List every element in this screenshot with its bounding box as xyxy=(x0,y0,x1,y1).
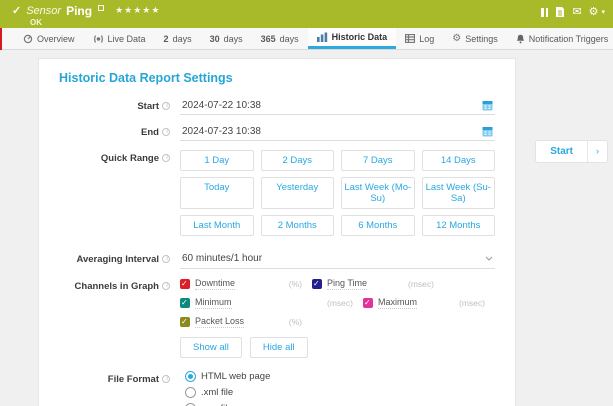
end-label: End xyxy=(59,124,159,138)
start-input[interactable]: 2024-07-22 10:38 xyxy=(180,98,495,115)
tab-notification-triggers[interactable]: Notification Triggers xyxy=(507,28,613,49)
start-report-button[interactable]: Start xyxy=(536,141,588,162)
sensor-header: ✓ Sensor Ping ★★★★★ OK ✉ ⚙ ▾ xyxy=(0,0,613,28)
file-format-label: File Format xyxy=(59,371,159,385)
main-content: Historic Data Report Settings Start 2024… xyxy=(0,50,613,406)
quick-range-last-month[interactable]: Last Month xyxy=(180,215,254,236)
tab-log[interactable]: Log xyxy=(396,28,443,49)
page-title: Ping xyxy=(66,4,92,18)
start-label: Start xyxy=(59,98,159,112)
channel-packet-loss[interactable]: Packet Loss (%) xyxy=(180,316,312,328)
info-icon[interactable] xyxy=(162,102,170,110)
checkbox-checked[interactable] xyxy=(180,298,190,308)
quick-range-7-days[interactable]: 7 Days xyxy=(341,150,415,171)
radio-unselected[interactable] xyxy=(185,387,196,398)
left-accent-bar xyxy=(0,28,2,50)
info-icon[interactable] xyxy=(162,128,170,136)
quick-range-last-week-mo-su[interactable]: Last Week (Mo-Su) xyxy=(341,177,415,209)
file-format-row: File Format HTML web page .xml file .csv… xyxy=(59,371,495,406)
bell-icon xyxy=(516,34,525,44)
channels-label: Channels in Graph xyxy=(59,278,159,292)
averaging-select[interactable]: 60 minutes/1 hour xyxy=(180,251,495,269)
channel-ping-time[interactable]: Ping Time (msec) xyxy=(312,278,444,290)
settings-card: Historic Data Report Settings Start 2024… xyxy=(38,58,516,406)
quick-range-6-months[interactable]: 6 Months xyxy=(341,215,415,236)
settings-gear-icon: ⚙ xyxy=(452,34,461,44)
quick-range-label: Quick Range xyxy=(59,150,159,164)
quick-range-14-days[interactable]: 14 Days xyxy=(422,150,496,171)
info-icon[interactable] xyxy=(162,375,170,383)
report-icon[interactable] xyxy=(555,6,565,18)
quick-range-12-months[interactable]: 12 Months xyxy=(422,215,496,236)
log-table-icon xyxy=(405,34,415,43)
section-title-historic: Historic Data Report Settings xyxy=(59,71,495,85)
checkbox-checked[interactable] xyxy=(312,279,322,289)
tab-2-days[interactable]: 2days xyxy=(155,28,201,49)
channel-downtime[interactable]: Downtime (%) xyxy=(180,278,312,290)
channels-row: Channels in Graph Downtime (%) Ping Time… xyxy=(59,278,495,358)
checkbox-checked[interactable] xyxy=(180,279,190,289)
end-input[interactable]: 2024-07-23 10:38 xyxy=(180,124,495,141)
tab-bar: Overview Live Data 2days 30days 365days … xyxy=(0,28,613,50)
tab-365-days[interactable]: 365days xyxy=(252,28,308,49)
calendar-icon[interactable] xyxy=(482,100,493,111)
tab-historic-data[interactable]: Historic Data xyxy=(308,28,397,49)
start-arrow-button[interactable]: › xyxy=(588,141,607,162)
chevron-down-icon xyxy=(485,256,493,261)
averaging-label: Averaging Interval xyxy=(59,251,159,265)
tab-settings[interactable]: ⚙ Settings xyxy=(443,28,507,49)
quick-range-yesterday[interactable]: Yesterday xyxy=(261,177,335,209)
file-format-html[interactable]: HTML web page xyxy=(180,371,495,382)
sensor-flag-icon xyxy=(98,5,104,11)
radio-selected[interactable] xyxy=(185,371,196,382)
gauge-icon xyxy=(23,34,33,44)
start-report-button-group: Start › xyxy=(535,140,608,163)
quick-range-1-day[interactable]: 1 Day xyxy=(180,150,254,171)
tab-live-data[interactable]: Live Data xyxy=(84,28,155,49)
averaging-row: Averaging Interval 60 minutes/1 hour xyxy=(59,251,495,269)
pause-icon[interactable] xyxy=(541,8,548,17)
status-badge: OK xyxy=(12,18,605,27)
info-icon[interactable] xyxy=(162,282,170,290)
priority-stars[interactable]: ★★★★★ xyxy=(115,5,160,16)
checkbox-checked[interactable] xyxy=(180,317,190,327)
hide-all-button[interactable]: Hide all xyxy=(250,337,308,358)
chevron-down-icon[interactable]: ▾ xyxy=(601,7,605,18)
quick-range-row: Quick Range 1 Day 2 Days 7 Days 14 Days … xyxy=(59,150,495,242)
quick-range-2-days[interactable]: 2 Days xyxy=(261,150,335,171)
tab-overview[interactable]: Overview xyxy=(14,28,84,49)
gear-icon[interactable]: ⚙ xyxy=(589,7,599,18)
checkbox-checked[interactable] xyxy=(363,298,373,308)
info-icon[interactable] xyxy=(162,255,170,263)
object-type-label: Sensor xyxy=(26,5,61,17)
bar-chart-icon xyxy=(317,32,328,42)
mail-icon[interactable]: ✉ xyxy=(572,7,581,18)
status-ok-icon: ✓ xyxy=(12,4,21,17)
calendar-icon[interactable] xyxy=(482,126,493,137)
info-icon[interactable] xyxy=(162,154,170,162)
start-row: Start 2024-07-22 10:38 xyxy=(59,98,495,115)
show-all-button[interactable]: Show all xyxy=(180,337,242,358)
quick-range-today[interactable]: Today xyxy=(180,177,254,209)
quick-range-2-months[interactable]: 2 Months xyxy=(261,215,335,236)
end-row: End 2024-07-23 10:38 xyxy=(59,124,495,141)
file-format-xml[interactable]: .xml file xyxy=(180,387,495,398)
channel-minimum[interactable]: Minimum (msec) xyxy=(180,297,363,309)
quick-range-last-week-su-sa[interactable]: Last Week (Su-Sa) xyxy=(422,177,496,209)
live-signal-icon xyxy=(93,34,104,44)
channel-maximum[interactable]: Maximum (msec) xyxy=(363,297,495,309)
tab-30-days[interactable]: 30days xyxy=(201,28,252,49)
